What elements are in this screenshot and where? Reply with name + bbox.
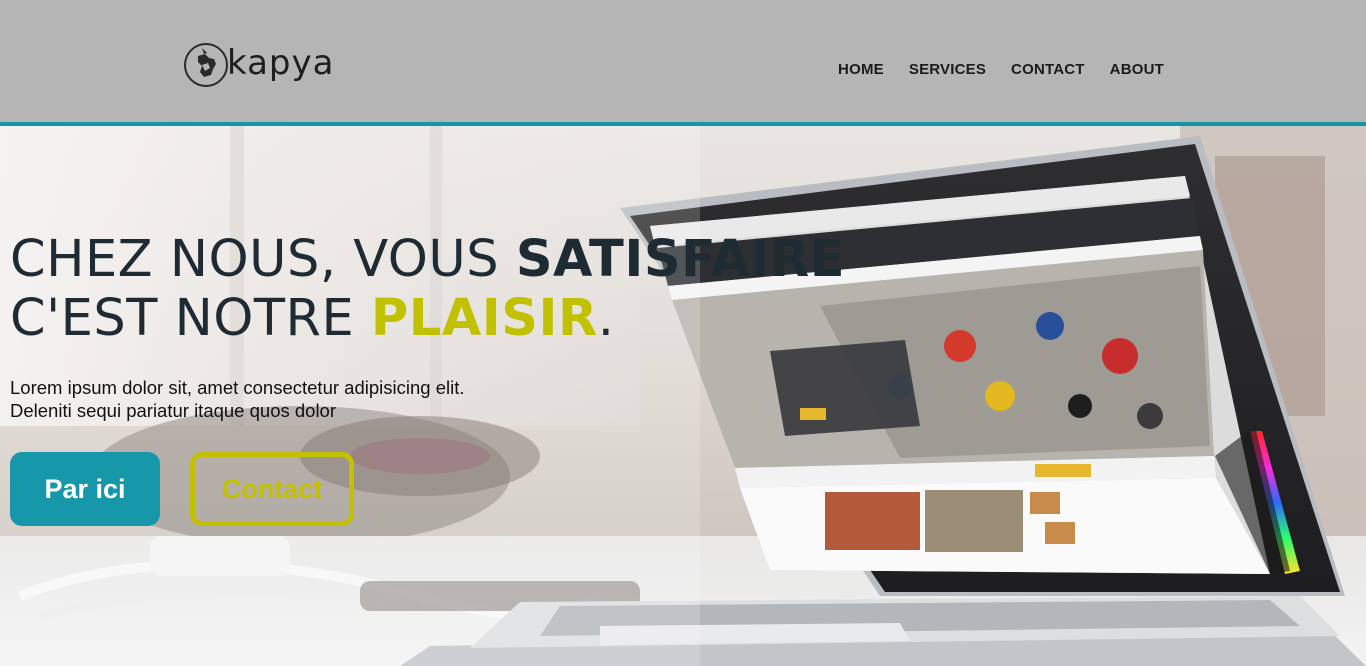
hero-section: CHEZ NOUS, VOUS SATISFAIRE C'EST NOTRE PL… [0, 126, 1366, 666]
nav-home[interactable]: HOME [838, 61, 884, 78]
okapi-head-icon [184, 43, 228, 87]
hero-description-line2: Deleniti sequi pariatur itaque quos dolo… [10, 400, 337, 421]
brand-logo[interactable]: kapya [183, 41, 334, 89]
nav-services[interactable]: SERVICES [909, 61, 986, 78]
contact-button[interactable]: Contact [190, 452, 354, 526]
main-nav: HOME SERVICES CONTACT ABOUT [838, 61, 1164, 78]
nav-contact[interactable]: CONTACT [1011, 61, 1085, 78]
brand-name: kapya [227, 43, 335, 83]
hero-title-line1-regular: CHEZ NOUS, VOUS [10, 230, 516, 289]
hero-title-accent: PLAISIR [370, 289, 598, 348]
nav-about[interactable]: ABOUT [1110, 61, 1164, 78]
hero-title: CHEZ NOUS, VOUS SATISFAIRE C'EST NOTRE PL… [10, 230, 845, 348]
site-header: kapya HOME SERVICES CONTACT ABOUT [0, 0, 1366, 126]
hero-title-line2-regular: C'EST NOTRE [10, 289, 371, 348]
hero-title-line1-bold: SATISFAIRE [515, 230, 846, 289]
hero-description: Lorem ipsum dolor sit, amet consectetur … [10, 376, 464, 422]
hero-description-line1: Lorem ipsum dolor sit, amet consectetur … [10, 377, 465, 398]
par-ici-button[interactable]: Par ici [10, 452, 160, 526]
hero-title-period: . [597, 289, 615, 348]
